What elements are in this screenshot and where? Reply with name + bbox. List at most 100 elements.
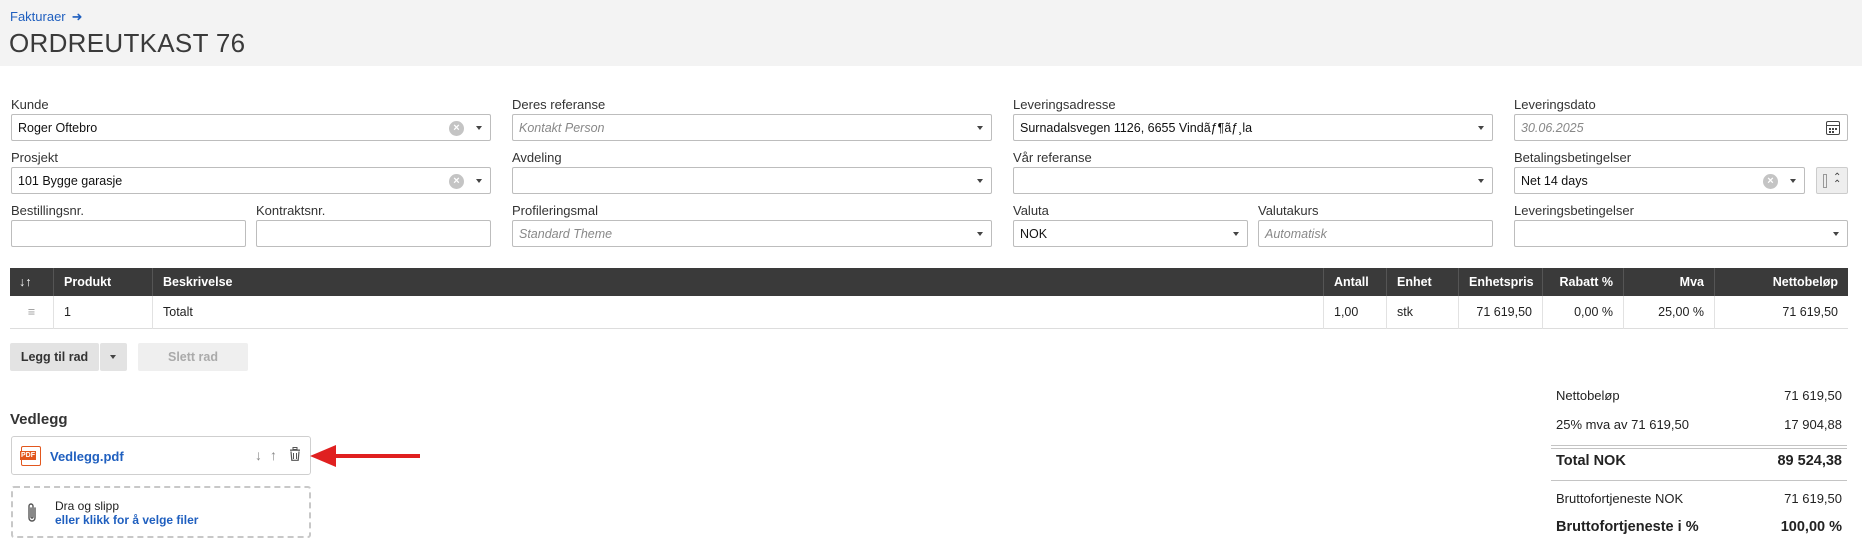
file-drop-zone[interactable]: Dra og slipp eller klikk for å velge fil…: [11, 486, 311, 538]
bestillingsnr-input[interactable]: [11, 220, 246, 247]
summary-label: Total NOK: [1556, 453, 1626, 469]
arrow-down-icon[interactable]: ↓: [255, 447, 262, 463]
cell-antall[interactable]: 1,00: [1323, 296, 1386, 329]
kunde-select[interactable]: Roger Oftebro ×: [11, 114, 491, 141]
chevron-down-icon[interactable]: [977, 126, 983, 130]
summary-value: 100,00 %: [1780, 519, 1842, 535]
page-header: Fakturaer ➜ ORDREUTKAST 76: [0, 0, 1862, 66]
column-header[interactable]: Antall: [1323, 268, 1386, 296]
summary-value: 17 904,88: [1784, 417, 1842, 432]
breadcrumb-link[interactable]: Fakturaer: [10, 9, 66, 24]
avdeling-select[interactable]: [512, 167, 992, 194]
pdf-icon: PDF: [20, 446, 41, 466]
cell-produkt[interactable]: 1: [53, 296, 152, 329]
chevron-down-icon[interactable]: [1790, 179, 1796, 183]
collapse-button[interactable]: ⌃ ⌃: [1816, 167, 1848, 194]
chevron-down-icon[interactable]: [476, 126, 482, 130]
chevron-down-icon[interactable]: [977, 232, 983, 236]
kontraktsnr-input[interactable]: [256, 220, 491, 247]
leveringsdato-placeholder: 30.06.2025: [1521, 121, 1584, 135]
summary-value: 71 619,50: [1784, 388, 1842, 403]
leveringsadresse-select[interactable]: Surnadalsvegen 1126, 6655 Vindãƒ¶ãƒ¸la: [1013, 114, 1493, 141]
attachment-item[interactable]: PDF Vedlegg.pdf ↓ ↑: [11, 436, 311, 475]
valutakurs-input[interactable]: Automatisk: [1258, 220, 1493, 247]
leveringsdato-label: Leveringsdato: [1514, 97, 1596, 112]
column-header[interactable]: Mva: [1623, 268, 1714, 296]
pdf-icon-label: PDF: [20, 451, 36, 460]
summary-mva: 25% mva av 71 619,50 17 904,88: [1551, 417, 1847, 437]
kontraktsnr-label: Kontraktsnr.: [256, 203, 326, 218]
calendar-icon[interactable]: [1826, 121, 1840, 135]
column-header[interactable]: Beskrivelse: [152, 268, 1333, 296]
column-header[interactable]: Rabatt %: [1542, 268, 1623, 296]
red-arrow-annotation: [310, 445, 420, 467]
betalingsbetingelser-select[interactable]: Net 14 days ×: [1514, 167, 1805, 194]
cell-beskrivelse[interactable]: Totalt: [152, 296, 1323, 329]
var-referanse-label: Vår referanse: [1013, 150, 1092, 165]
deres-referanse-placeholder: Kontakt Person: [519, 121, 605, 135]
cell-enhet[interactable]: stk: [1386, 296, 1458, 329]
summary-value: 89 524,38: [1777, 453, 1842, 469]
profileringsmal-placeholder: Standard Theme: [519, 227, 613, 241]
leveringsbetingelser-select[interactable]: [1514, 220, 1848, 247]
cell-mva[interactable]: 25,00 %: [1623, 296, 1714, 329]
cell-enhetspris[interactable]: 71 619,50: [1458, 296, 1542, 329]
valuta-label: Valuta: [1013, 203, 1049, 218]
trash-icon[interactable]: [289, 447, 301, 461]
leveringsbetingelser-label: Leveringsbetingelser: [1514, 203, 1634, 218]
summary-label: 25% mva av 71 619,50: [1556, 417, 1689, 432]
attachment-link[interactable]: Vedlegg.pdf: [50, 449, 124, 464]
add-row-dropdown-button[interactable]: [100, 343, 127, 371]
column-header[interactable]: Produkt: [53, 268, 152, 296]
column-header[interactable]: Enhetspris: [1458, 268, 1542, 296]
leveringsadresse-label: Leveringsadresse: [1013, 97, 1116, 112]
cell-netto[interactable]: 71 619,50: [1714, 296, 1848, 329]
chevron-down-icon[interactable]: [1233, 232, 1239, 236]
summary-label: Nettobeløp: [1556, 388, 1620, 403]
add-row-button[interactable]: Legg til rad: [10, 343, 99, 371]
profileringsmal-select[interactable]: Standard Theme: [512, 220, 992, 247]
var-referanse-select[interactable]: [1013, 167, 1493, 194]
chevron-down-icon[interactable]: [1478, 126, 1484, 130]
summary-netto: Nettobeløp 71 619,50: [1551, 388, 1847, 408]
paperclip-icon: [28, 503, 36, 522]
table-row[interactable]: ≡ 1 Totalt 1,00 stk 71 619,50 0,00 % 25,…: [10, 296, 1848, 329]
divider: [1551, 445, 1847, 449]
valutakurs-placeholder: Automatisk: [1265, 227, 1327, 241]
prosjekt-select[interactable]: 101 Bygge garasje ×: [11, 167, 491, 194]
chevron-down-icon[interactable]: [476, 179, 482, 183]
leveringsdato-input[interactable]: 30.06.2025: [1514, 114, 1848, 141]
drag-handle-icon[interactable]: ≡: [10, 296, 53, 329]
chevron-down-icon[interactable]: [1478, 179, 1484, 183]
kunde-value: Roger Oftebro: [18, 121, 98, 135]
divider: [1551, 480, 1847, 481]
summary-total: Total NOK 89 524,38: [1551, 453, 1847, 477]
delete-row-button[interactable]: Slett rad: [138, 343, 248, 371]
summary-brutto: Bruttofortjeneste NOK 71 619,50: [1551, 491, 1847, 511]
clear-icon[interactable]: ×: [449, 174, 464, 189]
sort-icon[interactable]: ↓↑: [10, 268, 53, 296]
summary-label: Bruttofortjeneste NOK: [1556, 491, 1684, 506]
summary-label: Bruttofortjeneste i %: [1556, 519, 1699, 535]
summary-value: 71 619,50: [1784, 491, 1842, 506]
clear-icon[interactable]: ×: [449, 121, 464, 136]
chevron-up-icon: ⌃ ⌃: [1833, 172, 1842, 190]
chevron-down-icon[interactable]: [977, 179, 983, 183]
clear-icon[interactable]: ×: [1763, 174, 1778, 189]
summary-brutto-pct: Bruttofortjeneste i % 100,00 %: [1551, 519, 1847, 543]
betalingsbetingelser-value: Net 14 days: [1521, 174, 1588, 188]
breadcrumb[interactable]: Fakturaer ➜: [10, 9, 83, 25]
panel-icon: [1823, 174, 1827, 188]
prosjekt-label: Prosjekt: [11, 150, 58, 165]
order-lines-table: ↓↑ Produkt Beskrivelse Antall Enhet Enhe…: [10, 268, 1848, 329]
valutakurs-label: Valutakurs: [1258, 203, 1319, 218]
choose-files-link[interactable]: eller klikk for å velge filer: [55, 513, 198, 527]
deres-referanse-select[interactable]: Kontakt Person: [512, 114, 992, 141]
valuta-select[interactable]: NOK: [1013, 220, 1248, 247]
leveringsadresse-value: Surnadalsvegen 1126, 6655 Vindãƒ¶ãƒ¸la: [1020, 121, 1253, 135]
cell-rabatt[interactable]: 0,00 %: [1542, 296, 1623, 329]
chevron-down-icon[interactable]: [1833, 232, 1839, 236]
column-header[interactable]: Enhet: [1386, 268, 1458, 296]
column-header[interactable]: Nettobeløp: [1714, 268, 1848, 296]
arrow-up-icon[interactable]: ↑: [270, 447, 277, 463]
